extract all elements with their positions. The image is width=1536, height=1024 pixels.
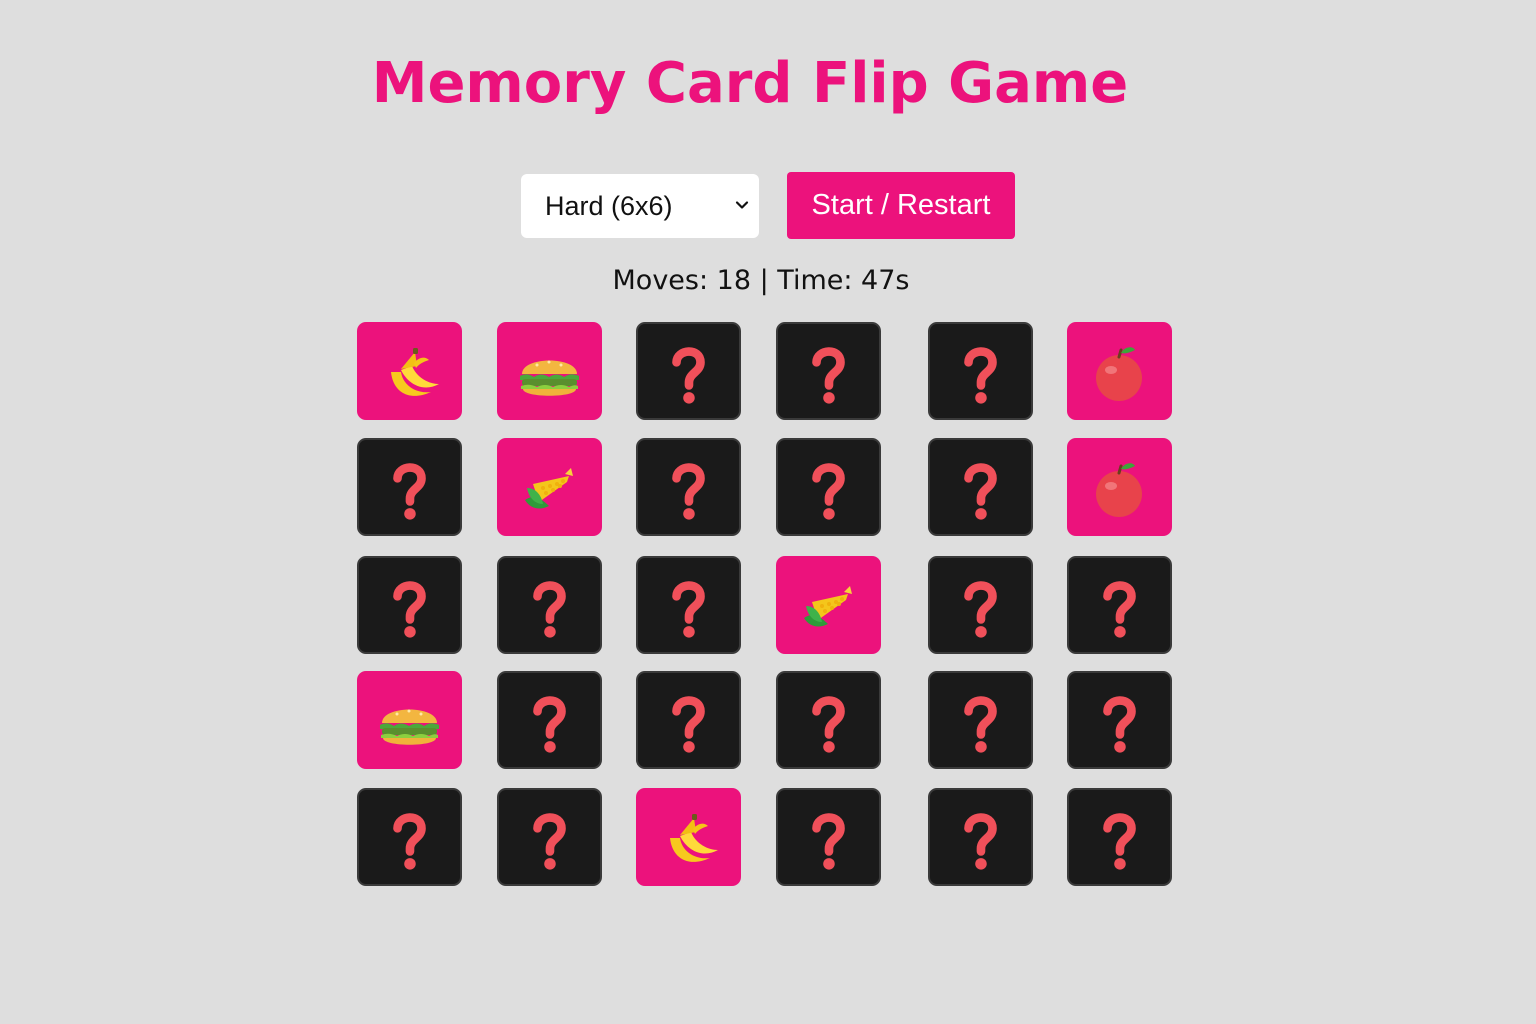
game-stats: Moves: 18 | Time: 47s	[612, 265, 910, 296]
card-hidden[interactable]	[1067, 556, 1172, 654]
card-hidden[interactable]	[776, 788, 881, 886]
card-hidden[interactable]	[776, 438, 881, 536]
card-revealed[interactable]	[636, 788, 741, 886]
question-icon	[964, 463, 997, 520]
card-hidden[interactable]	[1067, 788, 1172, 886]
question-icon	[812, 696, 845, 753]
question-icon	[964, 347, 997, 404]
corn-icon	[804, 586, 852, 627]
question-icon	[533, 813, 566, 870]
banana-icon	[391, 348, 439, 396]
card-revealed[interactable]	[357, 322, 462, 420]
question-icon	[812, 813, 845, 870]
question-icon	[393, 813, 426, 870]
question-icon	[672, 696, 705, 753]
apple-icon	[1096, 463, 1142, 517]
card-hidden[interactable]	[928, 671, 1033, 769]
chevron-down-icon	[735, 201, 749, 209]
difficulty-select[interactable]: Hard (6x6)	[521, 174, 759, 238]
question-icon	[393, 581, 426, 638]
card-revealed[interactable]	[497, 322, 602, 420]
question-icon	[964, 581, 997, 638]
question-icon	[533, 581, 566, 638]
card-hidden[interactable]	[1067, 671, 1172, 769]
hamburger-icon	[380, 709, 439, 745]
card-hidden[interactable]	[636, 438, 741, 536]
question-icon	[964, 813, 997, 870]
page-title: Memory Card Flip Game	[371, 51, 1129, 116]
card-hidden[interactable]	[497, 788, 602, 886]
card-grid	[0, 0, 1536, 1024]
difficulty-selected-value: Hard (6x6)	[545, 191, 673, 221]
card-hidden[interactable]	[636, 322, 741, 420]
question-icon	[672, 463, 705, 520]
apple-icon	[1096, 347, 1142, 401]
card-hidden[interactable]	[357, 556, 462, 654]
card-revealed[interactable]	[357, 671, 462, 769]
card-hidden[interactable]	[928, 322, 1033, 420]
question-icon	[672, 581, 705, 638]
question-icon	[1103, 696, 1136, 753]
question-icon	[1103, 581, 1136, 638]
card-hidden[interactable]	[497, 556, 602, 654]
banana-icon	[670, 814, 718, 862]
question-icon	[1103, 813, 1136, 870]
card-revealed[interactable]	[497, 438, 602, 536]
card-hidden[interactable]	[776, 322, 881, 420]
card-hidden[interactable]	[928, 438, 1033, 536]
card-hidden[interactable]	[357, 788, 462, 886]
question-icon	[812, 347, 845, 404]
card-hidden[interactable]	[776, 671, 881, 769]
card-hidden[interactable]	[928, 788, 1033, 886]
card-revealed[interactable]	[776, 556, 881, 654]
card-hidden[interactable]	[636, 556, 741, 654]
question-icon	[672, 347, 705, 404]
card-hidden[interactable]	[497, 671, 602, 769]
hamburger-icon	[520, 360, 579, 396]
card-revealed[interactable]	[1067, 322, 1172, 420]
start-restart-button[interactable]: Start / Restart	[787, 172, 1015, 239]
question-icon	[533, 696, 566, 753]
card-hidden[interactable]	[357, 438, 462, 536]
corn-icon	[525, 468, 573, 509]
question-icon	[393, 463, 426, 520]
question-icon	[812, 463, 845, 520]
card-hidden[interactable]	[928, 556, 1033, 654]
card-revealed[interactable]	[1067, 438, 1172, 536]
question-icon	[964, 696, 997, 753]
card-hidden[interactable]	[636, 671, 741, 769]
